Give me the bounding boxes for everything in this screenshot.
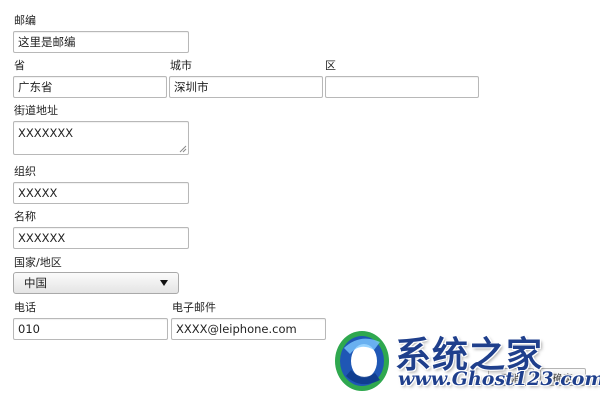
email-input[interactable]: XXXX@leiphone.com (171, 318, 326, 340)
email-label: 电子邮件 (172, 301, 216, 314)
phone-label: 电话 (14, 301, 36, 314)
postcode-input[interactable]: 这里是邮编 (13, 31, 189, 53)
street-textarea[interactable]: XXXXXXX (13, 121, 189, 155)
watermark-url: www.Ghost123.com (398, 368, 600, 390)
country-select[interactable]: 中国 (13, 272, 179, 294)
province-input[interactable]: 广东省 (13, 76, 167, 98)
name-label: 名称 (14, 210, 36, 223)
country-label: 国家/地区 (14, 256, 62, 269)
street-value: XXXXXXX (18, 126, 74, 140)
chevron-down-icon (160, 280, 168, 286)
city-label: 城市 (170, 59, 192, 72)
postcode-label: 邮编 (14, 14, 36, 27)
phone-input[interactable]: 010 (13, 318, 168, 340)
city-input[interactable]: 深圳市 (169, 76, 323, 98)
organization-input[interactable]: XXXXX (13, 182, 189, 204)
district-input[interactable] (325, 76, 479, 98)
country-selected: 中国 (24, 276, 47, 290)
watermark-logo-icon (335, 331, 389, 391)
resize-handle-icon[interactable] (179, 145, 187, 153)
street-label: 街道地址 (14, 104, 58, 117)
district-label: 区 (325, 59, 336, 72)
name-input[interactable]: XXXXXX (13, 227, 189, 249)
organization-label: 组织 (14, 165, 36, 178)
province-label: 省 (14, 59, 25, 72)
